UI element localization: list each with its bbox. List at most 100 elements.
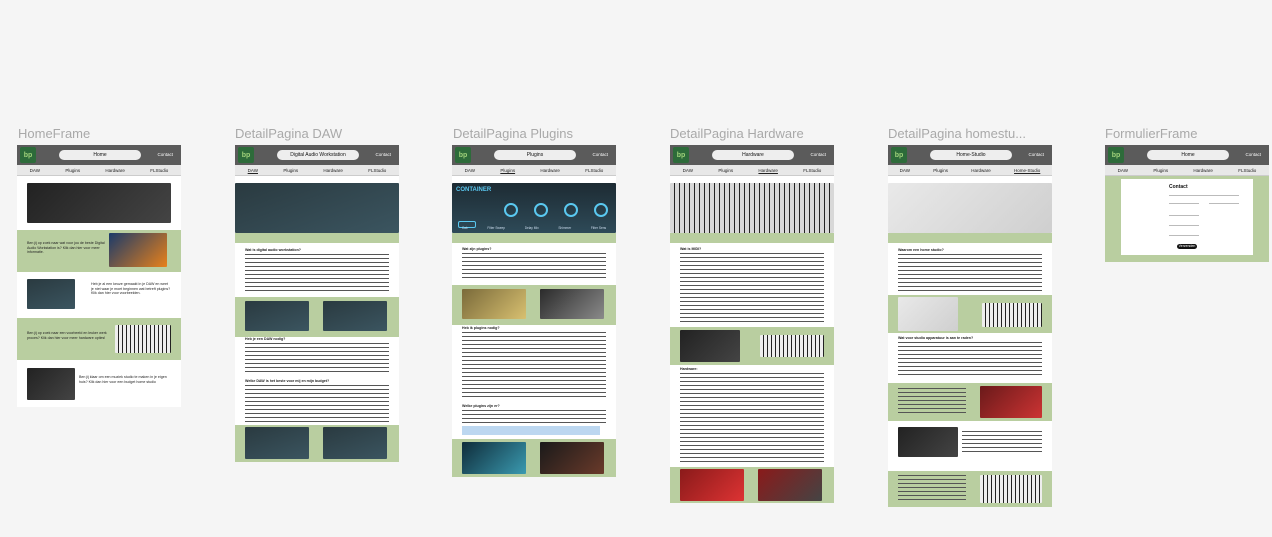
nav-bar: DAW Plugins Hardware FLStudio bbox=[670, 165, 834, 176]
nav-flstudio[interactable]: FLStudio bbox=[1238, 168, 1256, 173]
frame-label-hardware[interactable]: DetailPagina Hardware bbox=[670, 126, 804, 141]
section-heading: Wat zijn plugins? bbox=[462, 247, 492, 251]
form-field[interactable] bbox=[1209, 203, 1239, 204]
hardware-frame[interactable]: bp Hardware Contact DAW Plugins Hardware… bbox=[670, 145, 834, 503]
plugins-frame[interactable]: bp Plugins Contact DAW Plugins Hardware … bbox=[452, 145, 616, 477]
nav-flstudio[interactable]: FLStudio bbox=[368, 168, 386, 173]
section-heading: Wat voor studio apparatuur is aan te rad… bbox=[898, 336, 974, 340]
plugin-hero: CONTAINER Cab Filter Sweep Delay Mix Shi… bbox=[452, 183, 616, 233]
page-pill: Digital Audio Workstation bbox=[277, 150, 359, 160]
section-heading: Hardware: bbox=[680, 367, 698, 371]
header: bp Hardware Contact bbox=[670, 145, 834, 165]
knob-label: Cab bbox=[461, 226, 468, 230]
page-pill: Home-Studio bbox=[930, 150, 1012, 160]
hardware-image bbox=[758, 469, 822, 501]
frame-label-homestudio[interactable]: DetailPagina homestu... bbox=[888, 126, 1026, 141]
link-highlight[interactable] bbox=[462, 426, 600, 435]
nav-daw[interactable]: DAW bbox=[1118, 168, 1128, 173]
nav-daw[interactable]: DAW bbox=[465, 168, 475, 173]
nav-flstudio[interactable]: FLStudio bbox=[803, 168, 821, 173]
nav-bar: DAW Plugins Hardware FLStudio bbox=[1105, 165, 1269, 176]
home-frame[interactable]: bp Home Contact DAW Plugins Hardware FLS… bbox=[17, 145, 181, 407]
section-heading: Wat is digital audio workstation? bbox=[245, 248, 301, 252]
frame-label-daw[interactable]: DetailPagina DAW bbox=[235, 126, 342, 141]
nav-daw[interactable]: DAW bbox=[683, 168, 693, 173]
knob-label: Filter Sens bbox=[590, 226, 607, 230]
nav-hardware[interactable]: Hardware bbox=[1193, 168, 1213, 173]
contact-link[interactable]: Contact bbox=[810, 152, 826, 157]
logo[interactable]: bp bbox=[673, 147, 689, 163]
contact-link[interactable]: Contact bbox=[375, 152, 391, 157]
paragraph bbox=[680, 253, 824, 325]
page-pill: Home bbox=[1147, 150, 1229, 160]
form-title: Contact bbox=[1169, 184, 1188, 190]
contact-link[interactable]: Contact bbox=[157, 152, 173, 157]
form-frame[interactable]: bp Home Contact DAW Plugins Hardware FLS… bbox=[1105, 145, 1269, 262]
paragraph bbox=[462, 410, 606, 426]
nav-hardware[interactable]: Hardware bbox=[971, 168, 991, 173]
homestudio-frame[interactable]: bp Home-Studio Contact DAW Plugins Hardw… bbox=[888, 145, 1052, 507]
nav-flstudio[interactable]: FLStudio bbox=[150, 168, 168, 173]
logo[interactable]: bp bbox=[455, 147, 471, 163]
nav-plugins[interactable]: Plugins bbox=[500, 168, 515, 173]
nav-plugins[interactable]: Plugins bbox=[65, 168, 80, 173]
nav-hardware[interactable]: Hardware bbox=[758, 168, 778, 173]
home-text-1: Ben jij op zoek naar wat voor jou de bes… bbox=[27, 241, 105, 255]
plugin-title: CONTAINER bbox=[456, 187, 492, 193]
studio-image bbox=[980, 386, 1042, 418]
nav-daw[interactable]: DAW bbox=[30, 168, 40, 173]
plugin-image bbox=[540, 442, 604, 474]
paragraph bbox=[245, 254, 389, 294]
nav-bar: DAW Plugins Hardware FLStudio bbox=[452, 165, 616, 176]
form-field[interactable] bbox=[1169, 235, 1199, 236]
nav-plugins[interactable]: Plugins bbox=[1153, 168, 1168, 173]
nav-homestudio[interactable]: Home-Studio bbox=[1014, 168, 1040, 173]
daw-frame[interactable]: bp Digital Audio Workstation Contact DAW… bbox=[235, 145, 399, 462]
nav-bar: DAW Plugins Hardware FLStudio bbox=[17, 165, 181, 176]
logo[interactable]: bp bbox=[1108, 147, 1124, 163]
hardware-image bbox=[680, 330, 740, 362]
hero-image bbox=[670, 183, 834, 233]
band bbox=[452, 233, 616, 243]
section-heading: Welke DAW is het beste voor mij en mijn … bbox=[245, 379, 330, 383]
paragraph bbox=[898, 388, 966, 414]
form-field[interactable] bbox=[1169, 215, 1199, 216]
frame-label-form[interactable]: FormulierFrame bbox=[1105, 126, 1197, 141]
page-pill: Hardware bbox=[712, 150, 794, 160]
daw-image bbox=[245, 301, 309, 331]
nav-daw[interactable]: DAW bbox=[900, 168, 910, 173]
form-field[interactable] bbox=[1169, 195, 1239, 196]
daw-image bbox=[323, 427, 387, 459]
paragraph bbox=[898, 254, 1042, 294]
contact-link[interactable]: Contact bbox=[1245, 152, 1261, 157]
nav-bar: DAW Plugins Hardware FLStudio bbox=[235, 165, 399, 176]
contact-link[interactable]: Contact bbox=[592, 152, 608, 157]
paragraph bbox=[962, 431, 1042, 455]
frame-label-plugins[interactable]: DetailPagina Plugins bbox=[453, 126, 573, 141]
frame-label-home[interactable]: HomeFrame bbox=[18, 126, 90, 141]
logo[interactable]: bp bbox=[891, 147, 907, 163]
nav-plugins[interactable]: Plugins bbox=[283, 168, 298, 173]
nav-hardware[interactable]: Hardware bbox=[540, 168, 560, 173]
submit-button[interactable]: Verzenden bbox=[1177, 244, 1197, 249]
contact-link[interactable]: Contact bbox=[1028, 152, 1044, 157]
nav-daw[interactable]: DAW bbox=[248, 168, 258, 173]
logo[interactable]: bp bbox=[238, 147, 254, 163]
nav-hardware[interactable]: Hardware bbox=[323, 168, 343, 173]
form-field[interactable] bbox=[1169, 225, 1199, 226]
nav-bar: DAW Plugins Hardware Home-Studio bbox=[888, 165, 1052, 176]
page-pill: Home bbox=[59, 150, 141, 160]
nav-flstudio[interactable]: FLStudio bbox=[585, 168, 603, 173]
header: bp Home-Studio Contact bbox=[888, 145, 1052, 165]
home-text-2: Heb je al een keuze gemaakt in je DAW en… bbox=[91, 282, 171, 296]
paragraph bbox=[462, 253, 606, 281]
nav-hardware[interactable]: Hardware bbox=[105, 168, 125, 173]
form-field[interactable] bbox=[1169, 203, 1199, 204]
paragraph bbox=[245, 385, 389, 425]
section-heading: Heb ik plugins nodig? bbox=[462, 326, 500, 330]
fl-image bbox=[109, 233, 167, 267]
nav-plugins[interactable]: Plugins bbox=[718, 168, 733, 173]
nav-plugins[interactable]: Plugins bbox=[933, 168, 948, 173]
logo[interactable]: bp bbox=[20, 147, 36, 163]
keyboard-image bbox=[115, 325, 171, 353]
